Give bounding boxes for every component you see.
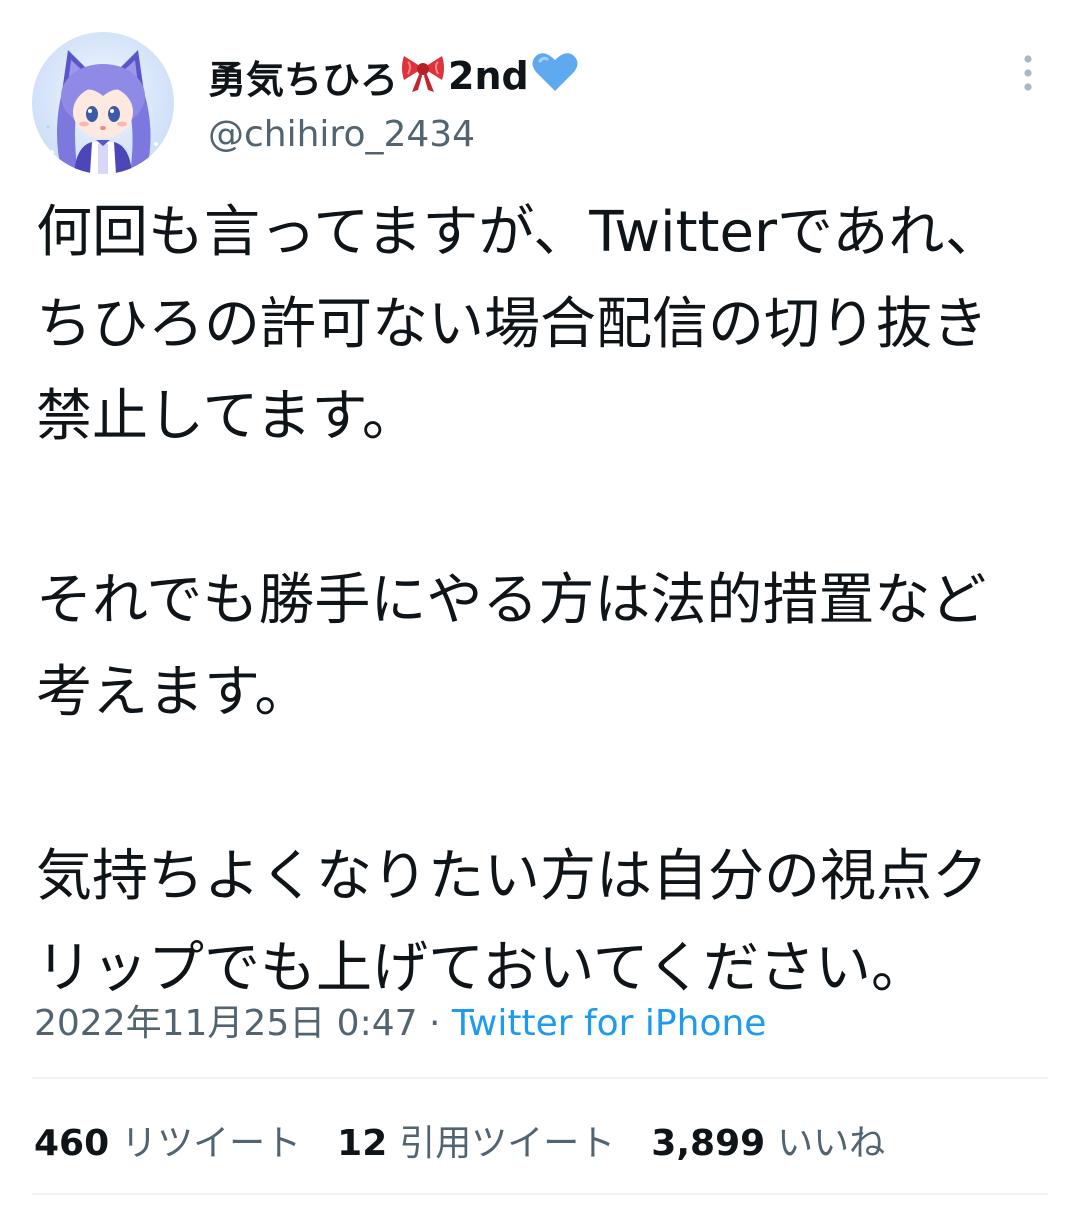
tweet-timestamp[interactable]: 2022年11月25日 0:47 (34, 1003, 418, 1044)
avatar[interactable] (32, 32, 174, 174)
likes-count: 3,899 (651, 1123, 766, 1164)
display-name-text: 勇気ちひろ (208, 57, 399, 102)
engagement-stats: 460 リツイート 12 引用ツイート 3,899 いいね (34, 1113, 921, 1167)
blue-heart-icon (531, 51, 579, 102)
user-handle[interactable]: @chihiro_2434 (208, 114, 475, 155)
avatar-image (32, 32, 174, 174)
more-options-button[interactable] (1008, 50, 1048, 96)
retweets-stat[interactable]: 460 リツイート (34, 1114, 301, 1166)
divider-bottom (32, 1193, 1048, 1195)
tweet-source-link[interactable]: Twitter for iPhone (452, 1003, 767, 1044)
retweets-count: 460 (34, 1123, 110, 1164)
likes-stat[interactable]: 3,899 いいね (651, 1114, 885, 1166)
display-name-suffix: 2nd (448, 54, 529, 98)
ribbon-icon (400, 50, 446, 103)
quotes-count: 12 (337, 1123, 388, 1164)
divider-top (32, 1077, 1048, 1079)
quotes-stat[interactable]: 12 引用ツイート (337, 1114, 615, 1166)
likes-label: いいね (777, 1123, 886, 1164)
display-name[interactable]: 勇気ちひろ 2nd (208, 50, 581, 102)
tweet-text: 何回も言ってますが、Twitterであれ、ちひろの許可ない場合配信の切り抜き禁止… (36, 200, 1001, 1001)
quotes-label: 引用ツイート (399, 1123, 616, 1164)
tweet-meta: 2022年11月25日 0:47 · Twitter for iPhone (34, 994, 766, 1046)
kebab-icon (1024, 55, 1032, 91)
meta-separator: · (417, 1003, 452, 1044)
retweets-label: リツイート (121, 1123, 302, 1164)
